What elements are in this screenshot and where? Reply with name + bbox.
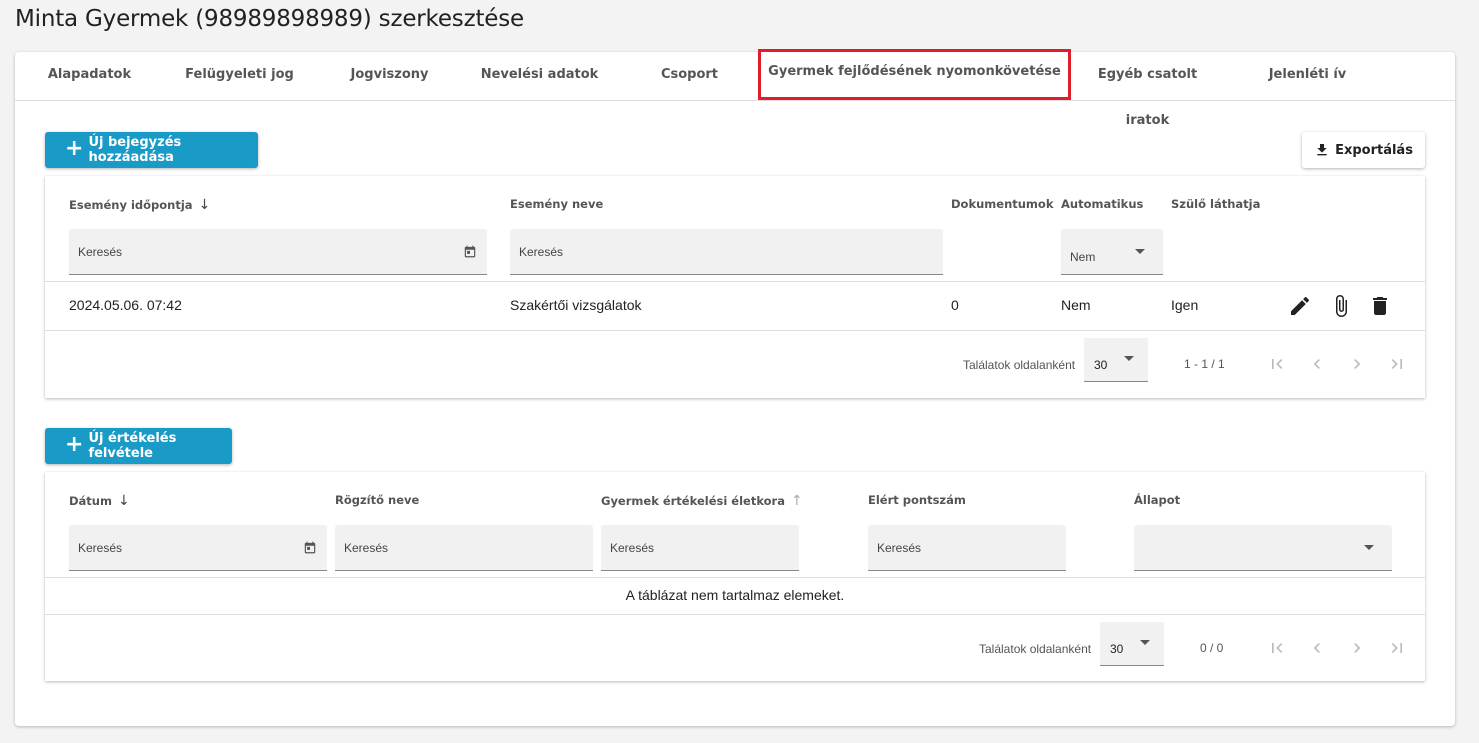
tab-egyeb-iratok[interactable]: Egyéb csatolt iratok: [1080, 52, 1215, 128]
page-title: Minta Gyermek (98989898989) szerkesztése: [15, 6, 524, 32]
column-label: Gyermek értékelési életkora: [601, 494, 785, 508]
calendar-icon[interactable]: [303, 540, 317, 555]
divider: [45, 614, 1425, 615]
tab-alapadatok[interactable]: Alapadatok: [37, 52, 142, 101]
calendar-icon[interactable]: [463, 244, 477, 259]
tab-nevelesi-adatok[interactable]: Nevelési adatok: [477, 52, 602, 101]
next-page-icon[interactable]: [1347, 638, 1367, 658]
automatic-filter-select[interactable]: Nem: [1061, 229, 1163, 275]
column-header-automatic[interactable]: Automatikus: [1061, 197, 1143, 211]
score-filter[interactable]: Keresés: [868, 525, 1066, 571]
column-header-date[interactable]: Dátum ↓: [69, 493, 130, 509]
per-page-select[interactable]: 30: [1084, 338, 1148, 382]
recorder-filter[interactable]: Keresés: [335, 525, 593, 571]
recorder-filter-placeholder: Keresés: [344, 540, 389, 555]
sort-down-icon: ↓: [198, 197, 211, 213]
divider: [45, 577, 1425, 578]
export-label: Exportálás: [1335, 142, 1413, 158]
event-date-filter-placeholder: Keresés: [78, 244, 123, 259]
row-event-date: 2024.05.06. 07:42: [69, 297, 182, 313]
add-entry-label: Új bejegyzés hozzáadása: [88, 135, 182, 165]
event-name-filter[interactable]: Keresés: [510, 229, 943, 275]
per-page-value: 30: [1094, 358, 1108, 372]
row-parent-visible: Igen: [1171, 297, 1199, 313]
per-page-label: Találatok oldalanként: [979, 642, 1092, 656]
pagination-range: 1 - 1 / 1: [1184, 357, 1225, 371]
next-page-icon[interactable]: [1347, 354, 1367, 374]
tab-csoport[interactable]: Csoport: [637, 52, 742, 101]
last-page-icon[interactable]: [1387, 354, 1407, 374]
divider: [45, 281, 1425, 282]
tab-gyermek-fejlodes[interactable]: Gyermek fejlődésének nyomonkövetése: [758, 49, 1071, 100]
sort-down-icon: ↓: [117, 493, 130, 509]
evaluations-table: Dátum ↓ Rögzítő neve Gyermek értékelési é…: [45, 472, 1425, 681]
row-event-name: Szakértői vizsgálatok: [510, 297, 642, 313]
plus-icon: +: [65, 136, 84, 161]
edit-icon[interactable]: [1288, 294, 1312, 318]
column-header-age[interactable]: Gyermek értékelési életkora ↑: [601, 493, 803, 509]
add-evaluation-label: Új értékelés felvétele: [88, 431, 177, 461]
per-page-label: Találatok oldalanként: [963, 358, 1076, 372]
add-entry-button[interactable]: + Új bejegyzés hozzáadása: [45, 132, 258, 168]
plus-icon: +: [65, 432, 84, 457]
column-header-documents[interactable]: Dokumentumok: [951, 197, 1053, 211]
chevron-down-icon: [1140, 640, 1150, 645]
tab-bar: Alapadatok Felügyeleti jog Jogviszony Ne…: [15, 49, 1455, 128]
first-page-icon[interactable]: [1267, 354, 1287, 374]
score-filter-placeholder: Keresés: [877, 540, 922, 555]
per-page-value: 30: [1110, 642, 1124, 656]
download-icon: [1317, 144, 1327, 156]
divider: [45, 330, 1425, 331]
last-page-icon[interactable]: [1387, 638, 1407, 658]
event-date-filter[interactable]: Keresés: [69, 229, 487, 275]
first-page-icon[interactable]: [1267, 638, 1287, 658]
tab-felugyeleti-jog[interactable]: Felügyeleti jog: [177, 52, 302, 101]
pagination-range: 0 / 0: [1200, 641, 1224, 655]
column-header-recorder[interactable]: Rögzítő neve: [335, 493, 419, 507]
column-label: Dátum: [69, 494, 112, 508]
column-header-status[interactable]: Állapot: [1134, 493, 1180, 507]
eval-date-filter-placeholder: Keresés: [78, 540, 123, 555]
row-documents: 0: [951, 297, 959, 313]
column-header-parent-visible[interactable]: Szülő láthatja: [1171, 197, 1260, 211]
delete-icon[interactable]: [1368, 294, 1392, 318]
per-page-select[interactable]: 30: [1100, 622, 1164, 666]
tab-jogviszony[interactable]: Jogviszony: [337, 52, 442, 101]
row-automatic: Nem: [1061, 297, 1091, 313]
age-filter[interactable]: Keresés: [601, 525, 799, 571]
chevron-down-icon: [1124, 356, 1134, 361]
column-header-event-date[interactable]: Esemény időpontja ↓: [69, 197, 210, 213]
status-filter-select[interactable]: [1134, 525, 1392, 571]
add-evaluation-button[interactable]: + Új értékelés felvétele: [45, 428, 232, 464]
eval-date-filter[interactable]: Keresés: [69, 525, 327, 571]
age-filter-placeholder: Keresés: [610, 540, 655, 555]
export-button[interactable]: Exportálás: [1302, 132, 1425, 168]
column-label: Esemény időpontja: [69, 198, 193, 212]
events-table: Esemény időpontja ↓ Esemény neve Dokument…: [45, 176, 1425, 398]
column-header-event-name[interactable]: Esemény neve: [510, 197, 603, 211]
prev-page-icon[interactable]: [1307, 638, 1327, 658]
automatic-filter-value: Nem: [1070, 250, 1096, 264]
chevron-down-icon: [1135, 249, 1145, 254]
empty-table-message: A táblázat nem tartalmaz elemeket.: [625, 587, 845, 603]
prev-page-icon[interactable]: [1307, 354, 1327, 374]
attach-icon[interactable]: [1329, 294, 1353, 318]
chevron-down-icon: [1364, 545, 1374, 550]
tab-jelenleti-iv[interactable]: Jelenléti ív: [1255, 52, 1360, 101]
sort-up-icon: ↑: [791, 493, 803, 509]
column-header-score[interactable]: Elért pontszám: [868, 493, 966, 507]
event-name-filter-placeholder: Keresés: [519, 244, 564, 259]
